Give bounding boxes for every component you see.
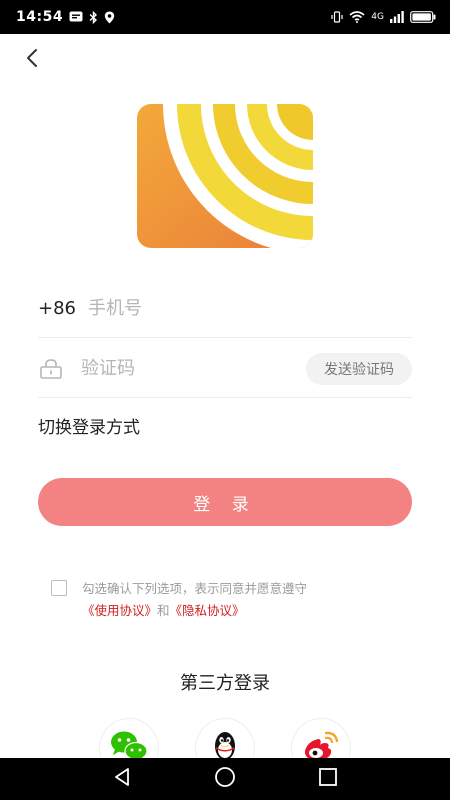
privacy-policy-link[interactable]: 《隐私协议》 [170, 603, 245, 618]
back-button[interactable] [18, 46, 46, 74]
signal-icon [390, 11, 404, 23]
square-recents-icon [318, 767, 338, 791]
country-code[interactable]: +86 [38, 298, 88, 319]
terms-of-use-link[interactable]: 《使用协议》 [82, 603, 157, 618]
triangle-back-icon [112, 767, 132, 791]
navigation-bar [0, 758, 450, 800]
status-time: 14:54 [16, 9, 64, 25]
network-label: 4G [371, 12, 384, 22]
message-icon [69, 11, 83, 23]
vibrate-icon [331, 11, 343, 23]
agreement-links: 《使用协议》和《隐私协议》 [82, 600, 382, 622]
switch-login-method-link[interactable]: 切换登录方式 [38, 413, 140, 438]
status-bar: 14:54 4G [0, 0, 450, 34]
agreement-checkbox[interactable] [51, 580, 67, 596]
agreement-and: 和 [157, 603, 170, 618]
nav-back-button[interactable] [107, 764, 137, 794]
send-code-button[interactable]: 发送验证码 [306, 352, 412, 385]
third-party-login-title: 第三方登录 [180, 673, 270, 694]
phone-row: +86 [38, 280, 412, 338]
chevron-left-icon [25, 48, 39, 72]
status-right: 4G [331, 11, 436, 23]
agreement-text-block: 勾选确认下列选项，表示同意并愿意遵守 《使用协议》和《隐私协议》 [82, 578, 382, 622]
bluetooth-icon [89, 10, 98, 24]
nav-home-button[interactable] [210, 764, 240, 794]
verification-code-row: 发送验证码 [38, 340, 412, 398]
phone-input[interactable] [88, 298, 412, 319]
battery-icon [410, 11, 436, 23]
wifi-icon [349, 11, 365, 23]
location-icon [104, 11, 115, 24]
nav-recents-button[interactable] [313, 764, 343, 794]
circle-home-icon [214, 766, 236, 792]
lock-icon [38, 358, 81, 379]
verification-code-input[interactable] [81, 358, 306, 379]
status-left: 14:54 [16, 9, 115, 25]
login-button[interactable]: 登 录 [38, 478, 412, 526]
agreement-text: 勾选确认下列选项，表示同意并愿意遵守 [82, 581, 308, 596]
app-logo [137, 104, 313, 248]
